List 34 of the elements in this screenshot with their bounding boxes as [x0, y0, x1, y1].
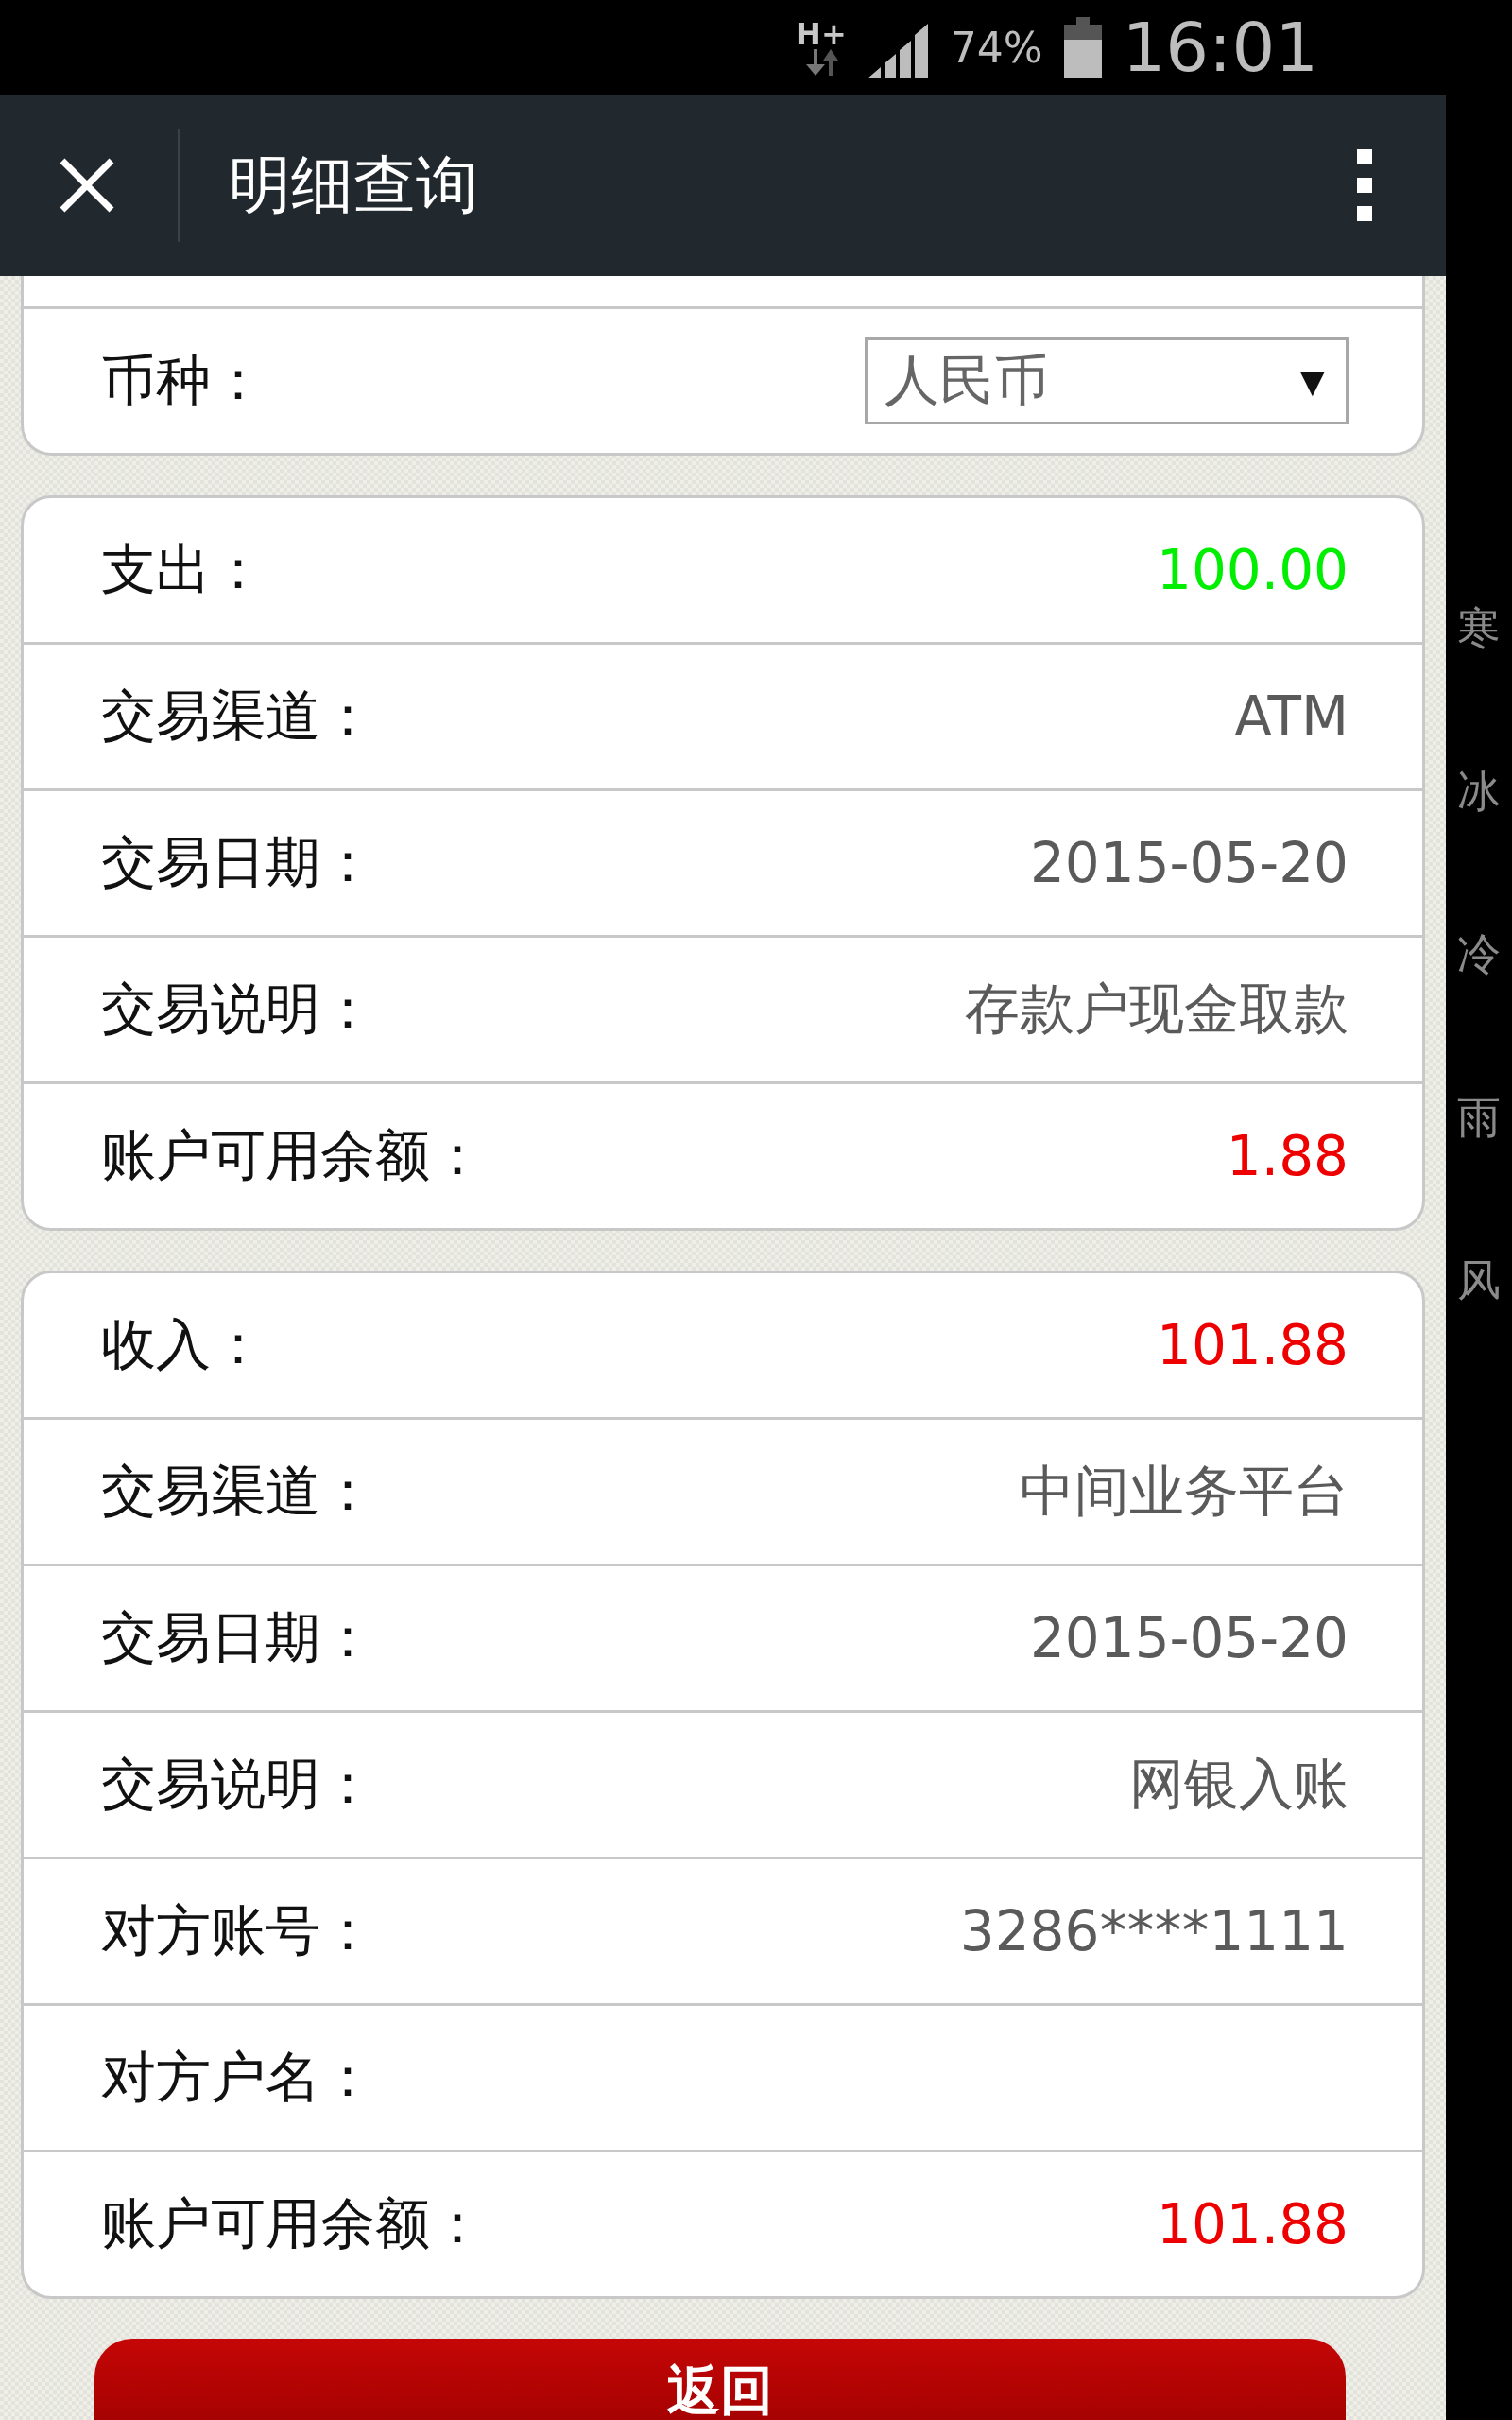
field-value: 2015-05-20	[1029, 831, 1349, 895]
clock-time: 16:01	[1122, 8, 1318, 87]
field-value: 3286****1111	[959, 1899, 1349, 1963]
field-label: 账户可用余额：	[101, 1122, 485, 1189]
back-button[interactable]: 返回	[94, 2339, 1346, 2420]
field-label: 交易日期：	[101, 1604, 375, 1671]
network-type: H+	[796, 19, 847, 49]
vertical-caption: 寒冰冷雨风	[1457, 601, 1501, 1307]
field-label: 币种：	[101, 347, 266, 414]
field-value: 1.88	[1226, 1124, 1349, 1188]
field-label: 收入：	[101, 1311, 266, 1378]
field-label: 交易渠道：	[101, 1458, 375, 1525]
field-value: 网银入账	[1129, 1751, 1349, 1818]
field-label: 支出：	[101, 536, 266, 603]
field-value: ATM	[1234, 684, 1349, 749]
field-value: 101.88	[1157, 1313, 1349, 1377]
field-label: 账户可用余额：	[101, 2190, 485, 2257]
field-value: 中间业务平台	[1020, 1458, 1349, 1525]
battery-percent: 74%	[950, 23, 1043, 72]
field-label: 交易渠道：	[101, 683, 375, 750]
currency-select[interactable]: 人民币 ▼	[865, 337, 1349, 424]
field-label: 对方户名：	[101, 2044, 375, 2111]
close-icon[interactable]	[59, 157, 115, 214]
field-value: 100.00	[1157, 538, 1349, 602]
field-value: 101.88	[1157, 2192, 1349, 2256]
page-title: 明细查询	[229, 147, 479, 223]
field-label: 交易说明：	[101, 1751, 375, 1818]
more-menu-icon[interactable]	[1357, 149, 1372, 221]
field-value: 存款户现金取款	[965, 976, 1349, 1043]
field-label: 交易说明：	[101, 976, 375, 1043]
battery-icon	[1063, 17, 1102, 78]
field-label: 对方账号：	[101, 1897, 375, 1964]
field-value: 2015-05-20	[1029, 1606, 1349, 1670]
field-label: 交易日期：	[101, 829, 375, 896]
